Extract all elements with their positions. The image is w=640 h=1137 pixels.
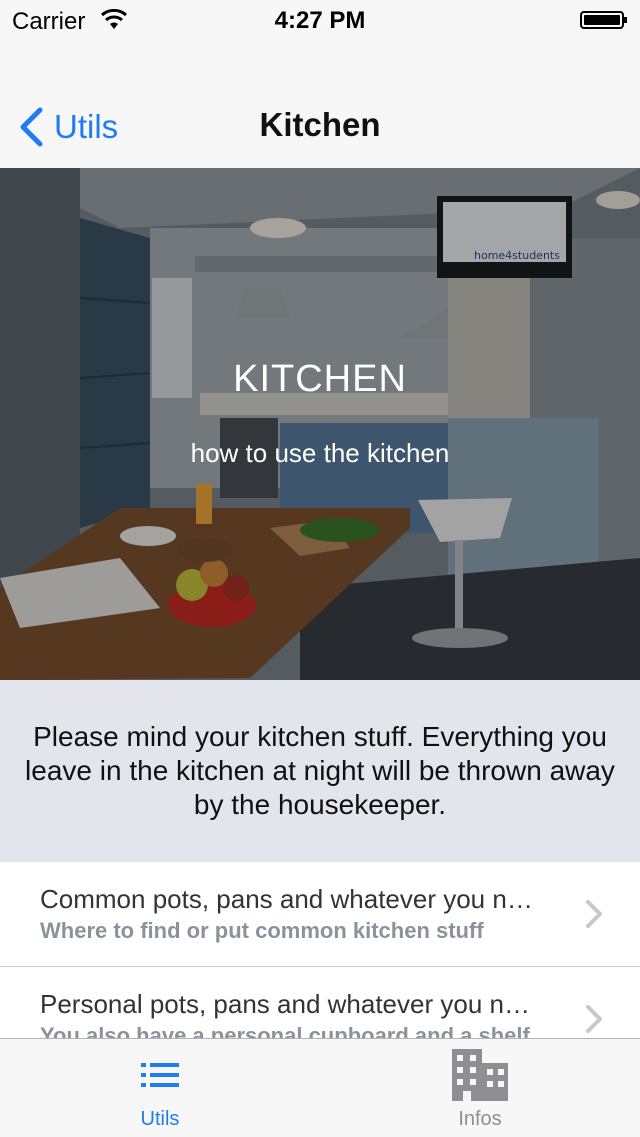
tab-infos[interactable]: Infos	[320, 1039, 640, 1137]
hero-title: KITCHEN	[233, 358, 407, 400]
page-title: Kitchen	[259, 106, 381, 143]
list-item-title: Common pots, pans and whatever you need	[40, 884, 540, 914]
kitchen-notice: Please mind your kitchen stuff. Everythi…	[0, 680, 640, 863]
chevron-right-icon	[586, 1005, 602, 1033]
chevron-right-icon	[586, 900, 602, 928]
list-icon	[141, 1063, 179, 1087]
list-item-subtitle: Where to find or put common kitchen stuf…	[40, 918, 484, 943]
tab-utils[interactable]: Utils	[0, 1039, 320, 1137]
building-icon	[452, 1049, 508, 1101]
hero-subtitle: how to use the kitchen	[190, 438, 450, 468]
status-time: 4:27 PM	[274, 7, 366, 34]
kitchen-photo: home4students	[0, 168, 640, 680]
list-item-title: Personal pots, pans and whatever you nee…	[40, 989, 540, 1019]
list-item-common-pots[interactable]: Common pots, pans and whatever you need …	[0, 862, 640, 967]
tab-infos-label: Infos	[458, 1108, 502, 1130]
battery-icon	[580, 11, 627, 29]
notice-text: Please mind your kitchen stuff. Everythi…	[25, 721, 615, 820]
status-bar: Carrier 4:27 PM	[0, 0, 640, 40]
hero-banner: home4students KITCHEN how to use the kit…	[0, 168, 640, 680]
tab-bar: Utils Infos	[0, 1038, 640, 1137]
tab-utils-label: Utils	[140, 1108, 180, 1130]
navigation-bar: Utils Kitchen	[0, 40, 640, 168]
